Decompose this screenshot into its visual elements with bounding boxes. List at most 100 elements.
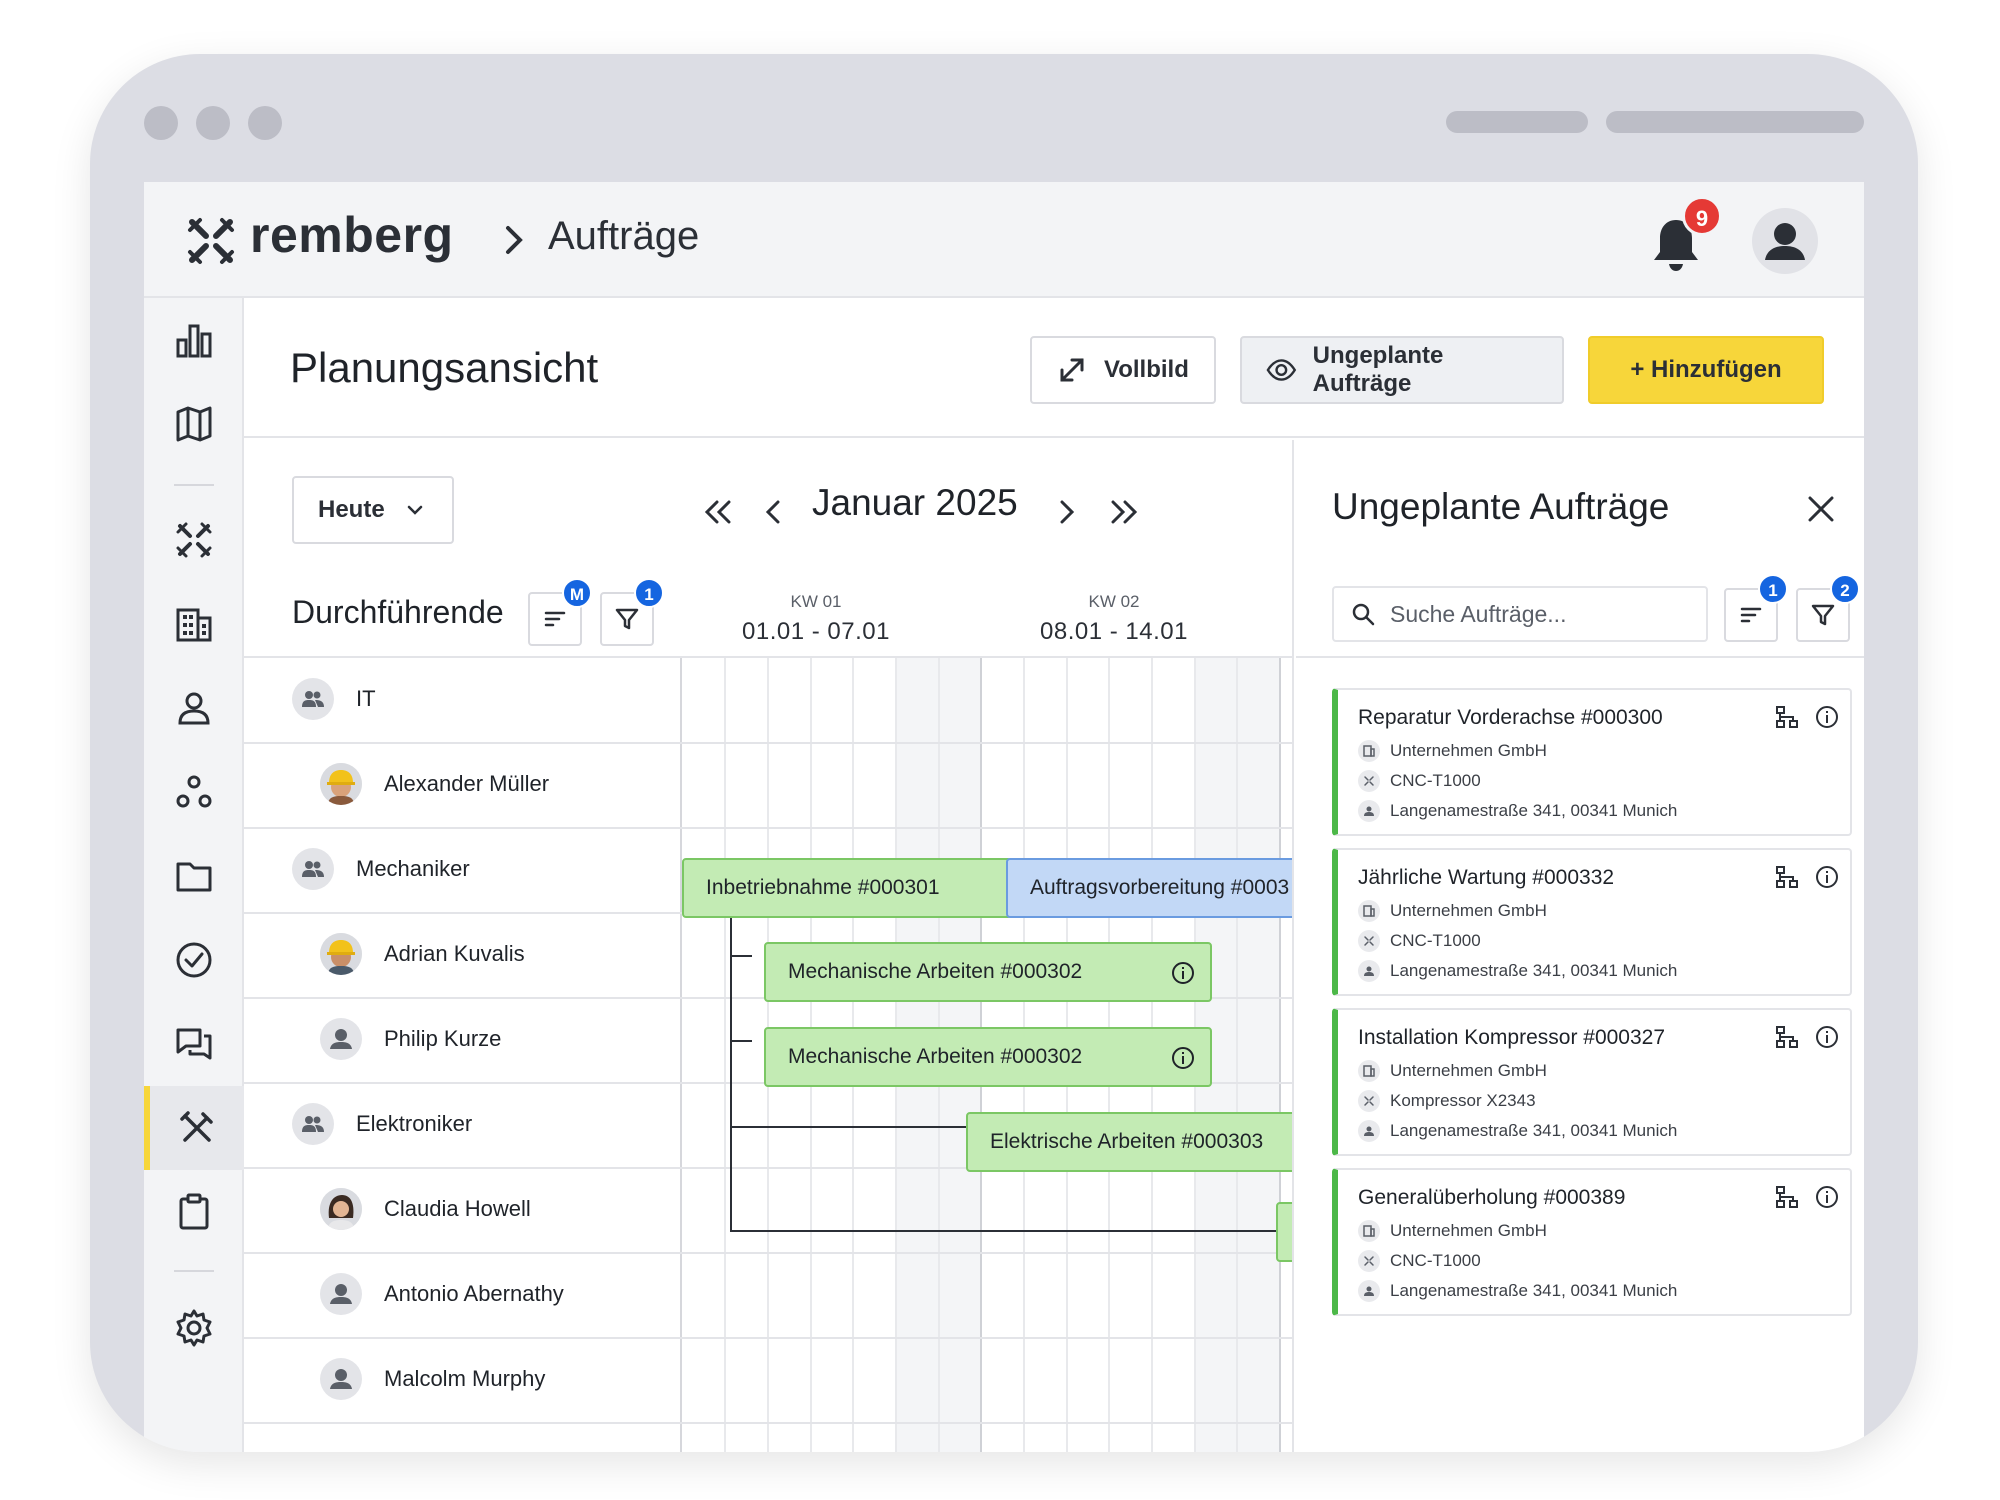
- resource-name: IT: [356, 686, 376, 711]
- order-asset: CNC-T1000: [1358, 770, 1481, 792]
- filter-badge: 1: [634, 578, 664, 608]
- task-bar[interactable]: Mechanische Arbeiten #000302: [764, 1027, 1212, 1087]
- order-company-text: Unternehmen GmbH: [1390, 901, 1547, 920]
- task-label: Elektrische Arbeiten #000303: [990, 1130, 1264, 1153]
- resource-person-row[interactable]: Claudia Howell: [320, 1188, 531, 1230]
- task-bar[interactable]: Mechanische Arbeiten #000302: [764, 942, 1212, 1002]
- day-line: [1236, 658, 1238, 1452]
- unplanned-order-card[interactable]: Installation Kompressor #000327 Unterneh…: [1332, 1008, 1852, 1156]
- chevron-right-icon[interactable]: [1048, 494, 1084, 530]
- fullscreen-button[interactable]: Vollbild: [1030, 336, 1216, 404]
- resource-person-row[interactable]: Adrian Kuvalis: [320, 933, 525, 975]
- close-icon[interactable]: [1804, 492, 1838, 526]
- today-label: Heute: [318, 496, 385, 523]
- hierarchy-icon[interactable]: [1774, 864, 1800, 890]
- resource-name: Alexander Müller: [384, 771, 550, 796]
- unplanned-order-card[interactable]: Reparatur Vorderachse #000300 Unternehme…: [1332, 688, 1852, 836]
- info-icon[interactable]: [1814, 1024, 1840, 1050]
- sidebar-item-files[interactable]: [144, 834, 244, 918]
- week-number: KW 02: [1088, 592, 1140, 611]
- person-photo-icon: [320, 1188, 362, 1230]
- info-icon[interactable]: [1170, 960, 1196, 986]
- resource-person-row[interactable]: Antonio Abernathy: [320, 1273, 564, 1315]
- unplanned-order-card[interactable]: Generalüberholung #000389 Unternehmen Gm…: [1332, 1168, 1852, 1316]
- info-icon[interactable]: [1814, 864, 1840, 890]
- sidebar-item-messages[interactable]: [144, 1002, 244, 1086]
- resource-name: Mechaniker: [356, 856, 470, 881]
- search-input[interactable]: [1390, 600, 1690, 628]
- order-asset: CNC-T1000: [1358, 1250, 1481, 1272]
- sidebar-item-checklists[interactable]: [144, 1170, 244, 1254]
- hierarchy-icon[interactable]: [1774, 1184, 1800, 1210]
- breadcrumb-current[interactable]: Aufträge: [548, 214, 699, 259]
- task-bar[interactable]: Inbetriebnahme #000301: [682, 858, 1012, 918]
- add-button[interactable]: + Hinzufügen: [1588, 336, 1824, 404]
- asset-icon: [1358, 1090, 1380, 1112]
- building-icon: [1358, 1060, 1380, 1082]
- sidebar-item-dashboard[interactable]: [144, 298, 244, 382]
- info-icon[interactable]: [1170, 1045, 1196, 1071]
- unplanned-orders-button[interactable]: Ungeplante Aufträge: [1240, 336, 1564, 404]
- window-pill: [1606, 111, 1864, 133]
- chevron-left-icon[interactable]: [756, 494, 792, 530]
- sidebar-item-assets[interactable]: [144, 498, 244, 582]
- add-label: + Hinzufügen: [1630, 356, 1782, 383]
- sidebar-divider: [174, 484, 214, 486]
- task-bar[interactable]: Elektrische Arbeiten #000303: [966, 1112, 1292, 1172]
- group-icon: [292, 678, 334, 720]
- week-header: KW 01 01.01 - 07.01: [706, 592, 926, 646]
- today-dropdown[interactable]: Heute: [292, 476, 454, 544]
- unplanned-panel-title: Ungeplante Aufträge: [1332, 486, 1670, 527]
- order-asset-text: CNC-T1000: [1390, 771, 1481, 790]
- order-address-text: Langenamestraße 341, 00341 Munich: [1390, 1121, 1678, 1140]
- sidebar-item-map[interactable]: [144, 382, 244, 466]
- info-icon[interactable]: [1814, 704, 1840, 730]
- double-chevron-right-icon[interactable]: [1106, 494, 1142, 530]
- order-company-text: Unternehmen GmbH: [1390, 1221, 1547, 1240]
- clipboard-icon: [179, 1193, 209, 1230]
- hierarchy-icon[interactable]: [1774, 704, 1800, 730]
- week-range: 08.01 - 14.01: [1040, 618, 1188, 645]
- person-icon: [1358, 960, 1380, 982]
- window-dot: [144, 106, 178, 140]
- hierarchy-icon[interactable]: [1774, 1024, 1800, 1050]
- resource-person-row[interactable]: Philip Kurze: [320, 1018, 501, 1060]
- sidebar-divider: [174, 1270, 214, 1272]
- resource-group-row[interactable]: Elektroniker: [292, 1103, 472, 1145]
- task-bar-partial[interactable]: [1276, 1202, 1292, 1262]
- order-address-text: Langenamestraße 341, 00341 Munich: [1390, 1281, 1678, 1300]
- task-bar[interactable]: Auftragsvorbereitung #0003: [1006, 858, 1292, 918]
- day-line: [724, 658, 726, 1452]
- remberg-logo-icon: [188, 218, 234, 264]
- task-label: Mechanische Arbeiten #000302: [788, 1045, 1083, 1068]
- resource-person-row[interactable]: Alexander Müller: [320, 763, 549, 805]
- building-icon: [1358, 1220, 1380, 1242]
- dependency-line: [730, 888, 732, 1232]
- dependency-line: [730, 955, 752, 957]
- sidebar-item-work-orders[interactable]: [144, 1086, 244, 1170]
- resource-group-row[interactable]: IT: [292, 678, 376, 720]
- sidebar-item-tasks[interactable]: [144, 918, 244, 1002]
- brand-name[interactable]: remberg: [250, 206, 454, 264]
- resource-name: Philip Kurze: [384, 1026, 502, 1051]
- info-icon[interactable]: [1814, 1184, 1840, 1210]
- order-title: Generalüberholung #000389: [1358, 1186, 1626, 1209]
- order-address-text: Langenamestraße 341, 00341 Munich: [1390, 961, 1678, 980]
- order-title: Reparatur Vorderachse #000300: [1358, 706, 1663, 729]
- order-search[interactable]: [1332, 586, 1708, 642]
- order-company: Unternehmen GmbH: [1358, 740, 1547, 762]
- sidebar-item-companies[interactable]: [144, 582, 244, 666]
- user-icon: [1765, 223, 1805, 260]
- unplanned-order-card[interactable]: Jährliche Wartung #000332 Unternehmen Gm…: [1332, 848, 1852, 996]
- user-avatar[interactable]: [1752, 208, 1818, 274]
- sidebar-item-teams[interactable]: [144, 750, 244, 834]
- double-chevron-left-icon[interactable]: [700, 494, 736, 530]
- week-header: KW 02 08.01 - 14.01: [1004, 592, 1224, 646]
- remberg-mark-icon: [176, 522, 212, 558]
- sidebar-item-contacts[interactable]: [144, 666, 244, 750]
- resource-group-row[interactable]: Mechaniker: [292, 848, 470, 890]
- resource-person-row[interactable]: Malcolm Murphy: [320, 1358, 545, 1400]
- building-icon: [1358, 900, 1380, 922]
- fullscreen-label: Vollbild: [1104, 356, 1189, 383]
- sidebar-item-settings[interactable]: [144, 1286, 244, 1370]
